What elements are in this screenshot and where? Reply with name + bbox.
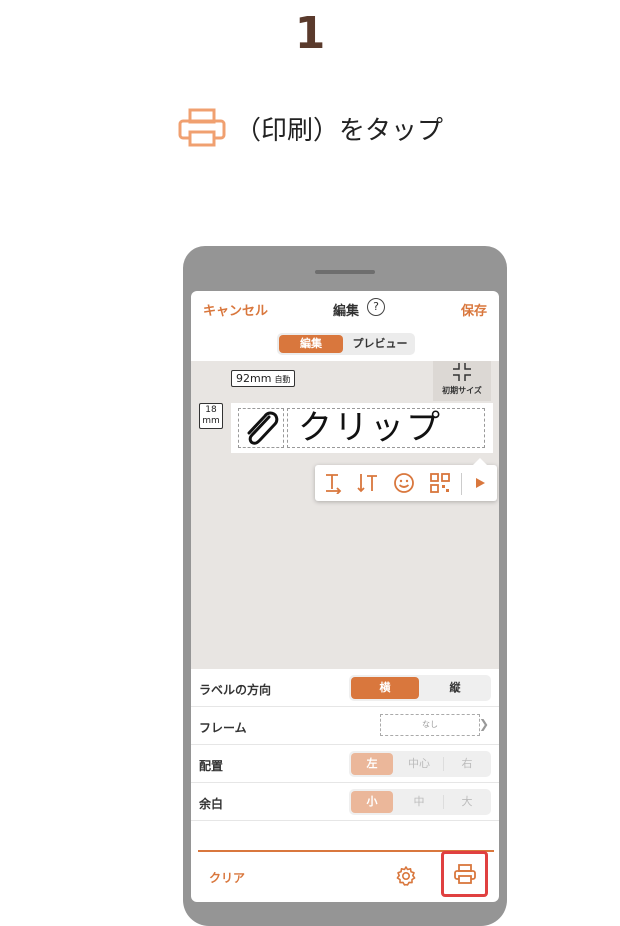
- margin-small[interactable]: 小: [351, 791, 393, 813]
- alignment-label: 配置: [199, 759, 224, 773]
- page-title: 編集: [333, 304, 360, 319]
- margin-medium[interactable]: 中: [395, 789, 443, 815]
- alignment-row: 配置 左 中心 右: [191, 745, 499, 783]
- reset-size-button[interactable]: 初期サイズ: [433, 361, 491, 401]
- label-strip: クリップ: [231, 403, 493, 453]
- gear-icon[interactable]: [395, 865, 417, 891]
- orientation-horizontal[interactable]: 横: [351, 677, 419, 699]
- height-badge[interactable]: 18 mm: [199, 403, 223, 429]
- step-number: 1: [294, 8, 326, 59]
- clip-object[interactable]: [238, 408, 284, 448]
- chevron-right-icon[interactable]: ❯: [479, 717, 489, 731]
- orientation-label: ラベルの方向: [199, 683, 272, 697]
- tab-preview[interactable]: プレビュー: [345, 333, 415, 355]
- print-button[interactable]: [441, 851, 488, 897]
- object-toolbar: [315, 458, 497, 501]
- frame-select[interactable]: なし: [380, 714, 480, 736]
- orientation-vertical[interactable]: 縦: [419, 675, 491, 701]
- shrink-icon: [453, 363, 471, 381]
- alignment-left[interactable]: 左: [351, 753, 393, 775]
- height-value: 18: [205, 405, 217, 415]
- width-badge[interactable]: 92mm 自動: [231, 370, 296, 387]
- mode-tabs: 編集 プレビュー: [277, 333, 415, 355]
- cancel-button[interactable]: キャンセル: [203, 300, 268, 319]
- app-screen: キャンセル 編集 ? 保存 編集 プレビュー 92mm 自動 18 mm 初期サイ…: [191, 291, 499, 902]
- emoji-icon[interactable]: [387, 465, 421, 501]
- nav-bar: キャンセル 編集 ? 保存: [191, 291, 499, 325]
- frame-row: フレーム なし ❯: [191, 707, 499, 745]
- phone-speaker: [315, 270, 375, 274]
- reset-size-label: 初期サイズ: [442, 386, 482, 395]
- alignment-center[interactable]: 中心: [395, 751, 443, 777]
- text-add-icon[interactable]: [317, 465, 351, 501]
- toolbar-divider: [461, 473, 462, 495]
- alignment-right[interactable]: 右: [443, 751, 491, 777]
- help-icon[interactable]: ?: [367, 298, 385, 316]
- width-value: 92mm: [236, 372, 272, 385]
- printer-icon: [177, 108, 227, 148]
- label-text-object[interactable]: クリップ: [287, 408, 485, 448]
- orientation-row: ラベルの方向 横 縦: [191, 669, 499, 707]
- phone-frame: キャンセル 編集 ? 保存 編集 プレビュー 92mm 自動 18 mm 初期サイ…: [183, 246, 507, 926]
- width-mode: 自動: [274, 375, 291, 384]
- label-canvas: 92mm 自動 18 mm 初期サイズ クリップ: [191, 361, 499, 669]
- alignment-toggle: 左 中心 右: [349, 751, 491, 777]
- instruction: （印刷）をタップ: [0, 108, 620, 148]
- tab-edit[interactable]: 編集: [279, 335, 343, 353]
- vertical-text-icon[interactable]: [351, 465, 385, 501]
- margin-toggle: 小 中 大: [349, 789, 491, 815]
- paperclip-icon: [247, 411, 279, 445]
- instruction-text: （印刷）をタップ: [234, 115, 443, 146]
- margin-large[interactable]: 大: [443, 789, 491, 815]
- toolbar-notch: [473, 458, 487, 465]
- height-unit: mm: [202, 416, 220, 426]
- margin-row: 余白 小 中 大: [191, 783, 499, 821]
- margin-label: 余白: [199, 797, 224, 811]
- qr-code-icon[interactable]: [423, 465, 457, 501]
- clear-button[interactable]: クリア: [209, 869, 245, 886]
- orientation-toggle: 横 縦: [349, 675, 491, 701]
- save-button[interactable]: 保存: [461, 300, 487, 319]
- settings-panel: ラベルの方向 横 縦 フレーム なし ❯ 配置 左 中心 右 余白 小 中 大: [191, 669, 499, 821]
- play-more-icon[interactable]: [463, 465, 497, 501]
- printer-icon: [453, 864, 476, 884]
- frame-label: フレーム: [199, 721, 247, 735]
